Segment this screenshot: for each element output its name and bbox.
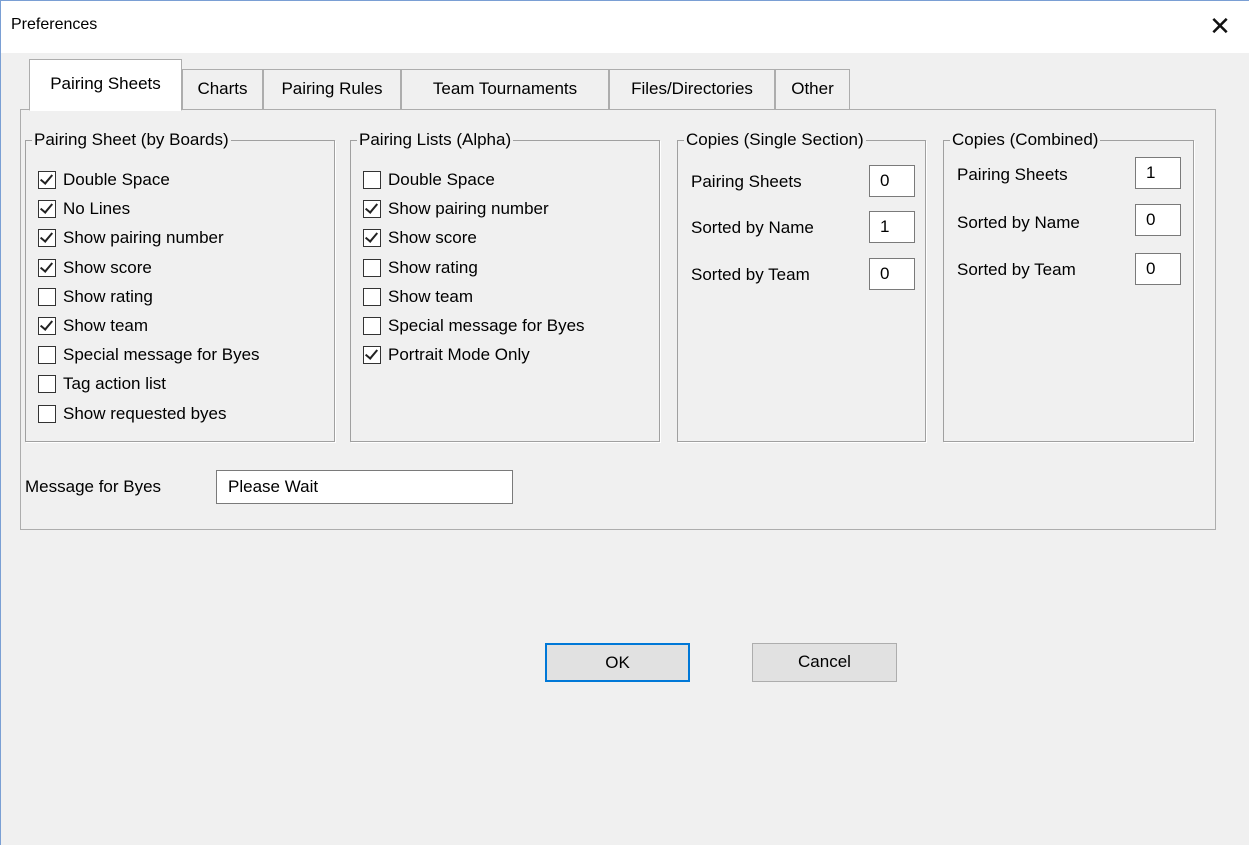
copies-single-sorted-team-input[interactable]: 0 xyxy=(869,258,915,290)
checkbox-label: Portrait Mode Only xyxy=(388,345,530,365)
copies-single-pairing-sheets-input[interactable]: 0 xyxy=(869,165,915,197)
checkbox-unchecked-icon[interactable] xyxy=(38,404,56,423)
copies-combined-pairing-sheets-input[interactable]: 1 xyxy=(1135,157,1181,189)
checkbox-unchecked-icon[interactable] xyxy=(38,346,56,365)
pairing-sheet-checkbox-9[interactable]: Show requested byes xyxy=(38,403,227,425)
ok-button[interactable]: OK xyxy=(545,643,690,682)
tab-label: Pairing Sheets xyxy=(50,74,161,93)
checkbox-label: Show pairing number xyxy=(388,199,549,219)
checkbox-label: Double Space xyxy=(388,170,495,189)
copies-combined-sorted-name-input[interactable]: 0 xyxy=(1135,204,1181,236)
bye-message-label: Message for Byes xyxy=(25,477,162,496)
copies-single-sorted-team-label: Sorted by Team xyxy=(691,265,810,284)
close-icon[interactable]: ✕ xyxy=(1205,12,1235,42)
tab-pairing-sheets[interactable]: Pairing Sheets xyxy=(29,59,182,111)
tab-files-directories[interactable]: Files/Directories xyxy=(609,69,775,110)
pairing-lists-checkbox-5[interactable]: Show team xyxy=(363,286,473,308)
copies-combined-sorted-team-input[interactable]: 0 xyxy=(1135,253,1181,285)
group-legend: Pairing Lists (Alpha) xyxy=(359,130,512,149)
checkbox-label: Double Space xyxy=(63,170,170,189)
pairing-lists-checkbox-2[interactable]: Show pairing number xyxy=(363,198,549,220)
pairing-sheet-checkbox-6[interactable]: Show team xyxy=(38,315,148,337)
tab-charts[interactable]: Charts xyxy=(182,69,263,110)
checkbox-label: Show score xyxy=(388,228,477,248)
checkbox-label: Special message for Byes xyxy=(63,345,260,365)
checkbox-checked-icon[interactable] xyxy=(38,258,56,277)
tab-team-tournaments[interactable]: Team Tournaments xyxy=(401,69,609,110)
pairing-sheet-checkbox-5[interactable]: Show rating xyxy=(38,286,153,308)
checkbox-checked-icon[interactable] xyxy=(38,171,56,189)
checkbox-label: Show team xyxy=(388,286,474,306)
pairing-lists-checkbox-7[interactable]: Portrait Mode Only xyxy=(363,344,530,366)
pairing-lists-checkbox-3[interactable]: Show score xyxy=(363,227,477,249)
group-legend: Copies (Combined) xyxy=(952,130,1099,149)
preferences-dialog: Preferences ✕ Pairing Sheets Charts Pair… xyxy=(0,0,1249,845)
tab-label: Pairing Rules xyxy=(281,79,383,98)
checkbox-unchecked-icon[interactable] xyxy=(363,258,381,277)
pairing-sheet-checkbox-1[interactable]: Double Space xyxy=(38,169,170,191)
checkbox-unchecked-icon[interactable] xyxy=(38,287,56,306)
tab-label: Charts xyxy=(197,79,248,98)
pairing-sheet-checkbox-3[interactable]: Show pairing number xyxy=(38,227,224,249)
pairing-sheet-checkbox-4[interactable]: Show score xyxy=(38,257,152,279)
checkbox-unchecked-icon[interactable] xyxy=(363,317,381,335)
pairing-lists-checkbox-6[interactable]: Special message for Byes xyxy=(363,315,585,337)
tab-label: Team Tournaments xyxy=(432,79,578,98)
pairing-sheet-checkbox-7[interactable]: Special message for Byes xyxy=(38,344,260,366)
checkbox-checked-icon[interactable] xyxy=(38,200,56,219)
pairing-lists-checkbox-1[interactable]: Double Space xyxy=(363,169,495,191)
tab-label: Files/Directories xyxy=(631,79,753,98)
tab-other[interactable]: Other xyxy=(775,69,850,110)
copies-combined-pairing-sheets-label: Pairing Sheets xyxy=(957,165,1068,184)
checkbox-label: Show requested byes xyxy=(63,403,227,423)
checkbox-label: Show rating xyxy=(63,286,153,306)
checkbox-label: No Lines xyxy=(63,199,131,219)
tab-label: Other xyxy=(791,79,834,98)
checkbox-label: Show team xyxy=(63,316,149,335)
title-bar: Preferences ✕ xyxy=(1,1,1249,53)
copies-single-pairing-sheets-label: Pairing Sheets xyxy=(691,172,802,191)
pairing-lists-checkbox-4[interactable]: Show rating xyxy=(363,257,478,279)
checkbox-checked-icon[interactable] xyxy=(38,317,56,335)
checkbox-label: Tag action list xyxy=(63,374,166,394)
checkbox-unchecked-icon[interactable] xyxy=(38,375,56,394)
group-legend: Pairing Sheet (by Boards) xyxy=(34,130,229,149)
window-title: Preferences xyxy=(11,16,98,33)
cancel-button[interactable]: Cancel xyxy=(752,643,897,682)
checkbox-label: Special message for Byes xyxy=(388,316,585,335)
checkbox-checked-icon[interactable] xyxy=(363,200,381,219)
group-legend: Copies (Single Section) xyxy=(686,130,864,149)
checkbox-label: Show rating xyxy=(388,257,478,277)
pairing-sheet-checkbox-2[interactable]: No Lines xyxy=(38,198,130,220)
pairing-sheet-checkbox-8[interactable]: Tag action list xyxy=(38,373,166,395)
checkbox-checked-icon[interactable] xyxy=(363,346,381,365)
checkbox-label: Show score xyxy=(63,257,152,277)
copies-single-sorted-name-label: Sorted by Name xyxy=(691,218,814,237)
checkbox-unchecked-icon[interactable] xyxy=(363,171,381,189)
bye-message-input[interactable]: Please Wait xyxy=(216,470,513,504)
checkbox-checked-icon[interactable] xyxy=(363,229,381,248)
tab-pairing-rules[interactable]: Pairing Rules xyxy=(263,69,401,110)
copies-combined-sorted-name-label: Sorted by Name xyxy=(957,213,1080,232)
copies-single-sorted-name-input[interactable]: 1 xyxy=(869,211,915,243)
checkbox-unchecked-icon[interactable] xyxy=(363,287,381,306)
checkbox-label: Show pairing number xyxy=(63,228,224,248)
copies-combined-sorted-team-label: Sorted by Team xyxy=(957,260,1076,279)
checkbox-checked-icon[interactable] xyxy=(38,229,56,248)
